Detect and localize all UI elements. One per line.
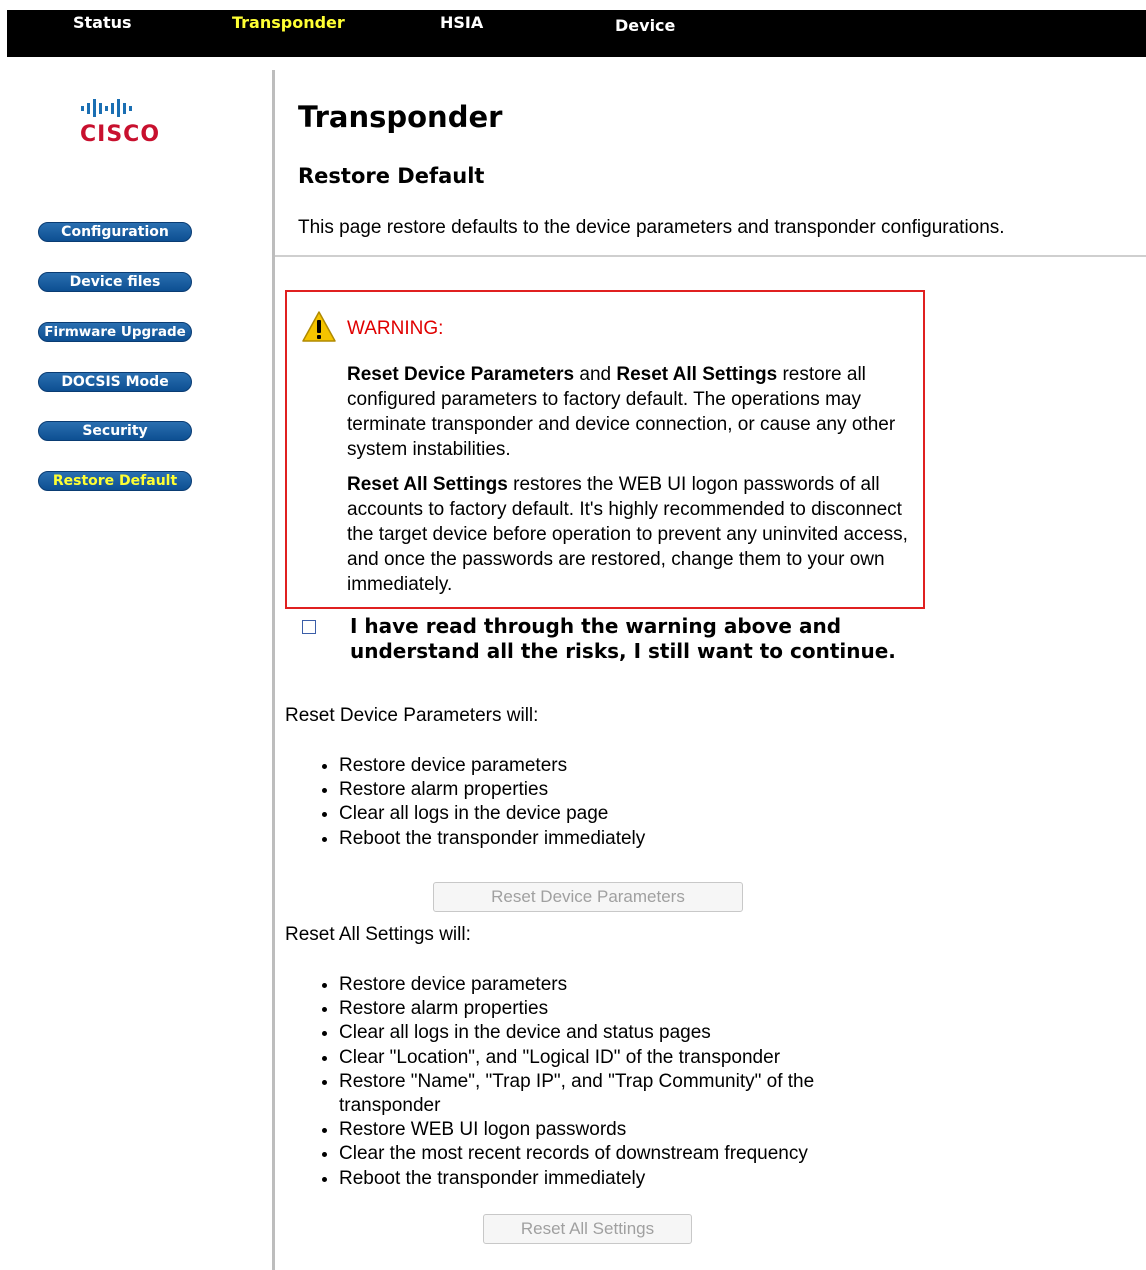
tab-transponder[interactable]: Transponder xyxy=(232,13,345,32)
warning-term-reset-device: Reset Device Parameters xyxy=(347,364,575,385)
sidebar-item-docsis-mode[interactable]: DOCSIS Mode xyxy=(38,372,192,392)
list-item: Restore alarm properties xyxy=(339,997,899,1021)
list-item: Restore WEB UI logon passwords xyxy=(339,1118,899,1142)
vertical-divider xyxy=(272,70,275,1270)
tab-status[interactable]: Status xyxy=(73,13,132,32)
reset-all-list: Restore device parameters Restore alarm … xyxy=(297,973,899,1191)
section-title: Restore Default xyxy=(298,164,485,188)
warning-title: WARNING: xyxy=(347,318,444,339)
sidebar-item-device-files[interactable]: Device files xyxy=(38,272,192,292)
list-item: Reboot the transponder immediately xyxy=(339,827,645,851)
reset-device-list: Restore device parameters Restore alarm … xyxy=(297,754,645,851)
tab-hsia[interactable]: HSIA xyxy=(440,13,483,32)
list-item: Restore device parameters xyxy=(339,754,645,778)
page-description: This page restore defaults to the device… xyxy=(298,217,1005,238)
confirm-checkbox[interactable] xyxy=(302,620,316,634)
list-item: Restore alarm properties xyxy=(339,778,645,802)
confirm-label: I have read through the warning above an… xyxy=(350,614,896,663)
cisco-bridge-icon xyxy=(80,96,170,120)
cisco-logo: cisco xyxy=(80,96,170,156)
list-item: Clear "Location", and "Logical ID" of th… xyxy=(339,1046,899,1070)
list-item: Reboot the transponder immediately xyxy=(339,1167,899,1191)
warning-box: WARNING: Reset Device Parameters and Res… xyxy=(285,290,925,609)
warning-term-reset-all: Reset All Settings xyxy=(347,474,508,495)
list-item: Restore device parameters xyxy=(339,973,899,997)
list-item: Clear all logs in the device page xyxy=(339,802,645,826)
list-item: Clear the most recent records of downstr… xyxy=(339,1142,899,1166)
reset-all-heading: Reset All Settings will: xyxy=(285,924,471,945)
tab-device[interactable]: Device xyxy=(615,16,675,35)
page-title: Transponder xyxy=(298,100,503,134)
sidebar-item-security[interactable]: Security xyxy=(38,421,192,441)
warning-paragraph-1: Reset Device Parameters and Reset All Se… xyxy=(347,362,913,462)
list-item: Restore "Name", "Trap IP", and "Trap Com… xyxy=(339,1070,899,1118)
logo-wordmark: cisco xyxy=(80,122,161,147)
warning-term-reset-all: Reset All Settings xyxy=(616,364,778,385)
warning-text: and xyxy=(574,364,617,385)
warning-triangle-icon xyxy=(302,311,336,342)
sidebar-item-firmware-upgrade[interactable]: Firmware Upgrade xyxy=(38,322,192,342)
reset-device-parameters-button[interactable]: Reset Device Parameters xyxy=(433,882,743,912)
reset-device-heading: Reset Device Parameters will: xyxy=(285,705,539,726)
reset-all-settings-button[interactable]: Reset All Settings xyxy=(483,1214,692,1244)
sidebar-item-restore-default[interactable]: Restore Default xyxy=(38,471,192,491)
warning-paragraph-2: Reset All Settings restores the WEB UI l… xyxy=(347,472,913,597)
list-item: Clear all logs in the device and status … xyxy=(339,1021,899,1045)
horizontal-divider xyxy=(275,255,1146,257)
sidebar-item-configuration[interactable]: Configuration xyxy=(38,222,192,242)
top-nav-bar: Status Transponder HSIA Device xyxy=(7,10,1146,57)
